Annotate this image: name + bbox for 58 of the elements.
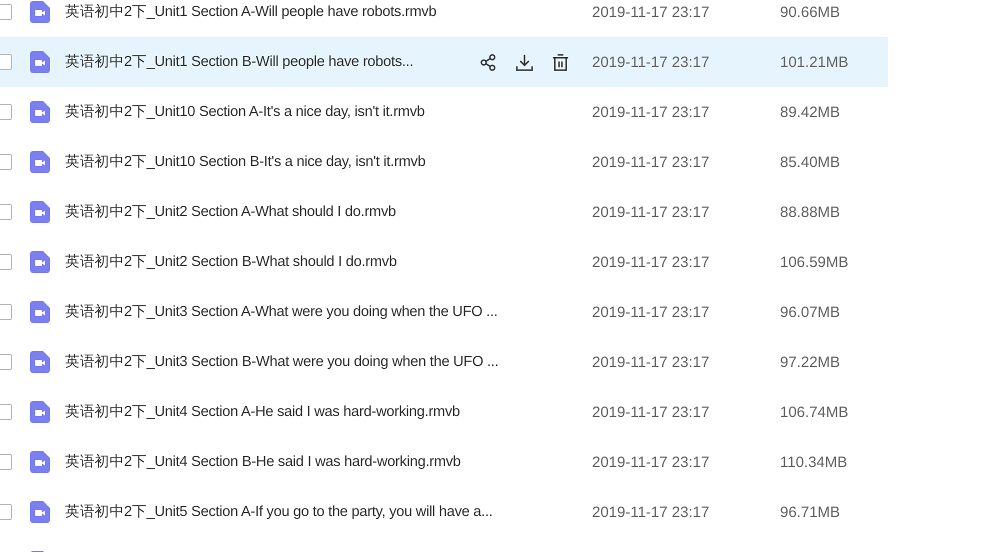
checkbox[interactable] bbox=[0, 104, 12, 120]
video-file-icon bbox=[30, 251, 50, 273]
file-name: 英语初中2下_Unit1 Section B-Will people have robots... bbox=[65, 52, 414, 72]
file-name: 英语初中2下_Unit4 Section A-He said I was hard-working.rmvb bbox=[65, 402, 460, 422]
file-size: 106.59MB bbox=[780, 254, 848, 270]
video-file-icon bbox=[30, 501, 50, 523]
download-icon[interactable] bbox=[515, 52, 534, 72]
file-date: 2019-11-17 23:17 bbox=[592, 104, 710, 120]
file-date: 2019-11-17 23:17 bbox=[592, 304, 710, 320]
file-size: 85.40MB bbox=[780, 154, 840, 170]
file-name: 英语初中2下_Unit4 Section B-He said I was hard-working.rmvb bbox=[65, 452, 461, 472]
video-file-icon bbox=[30, 401, 50, 423]
file-date: 2019-11-17 23:17 bbox=[592, 154, 710, 170]
file-size: 97.22MB bbox=[780, 354, 840, 370]
video-file-icon bbox=[30, 451, 50, 473]
file-size: 89.42MB bbox=[780, 104, 840, 120]
file-size: 88.88MB bbox=[780, 204, 840, 220]
checkbox[interactable] bbox=[0, 54, 12, 70]
checkbox[interactable] bbox=[0, 454, 12, 470]
checkbox[interactable] bbox=[0, 204, 12, 220]
file-date: 2019-11-17 23:17 bbox=[592, 4, 710, 20]
file-date: 2019-11-17 23:17 bbox=[592, 354, 710, 370]
file-name: 英语初中2下_Unit10 Section A-It's a nice day, isn't it.rmvb bbox=[65, 102, 425, 122]
share-icon[interactable] bbox=[479, 52, 498, 72]
file-name: 英语初中2下_Unit3 Section B-What were you doing when the UFO ... bbox=[65, 352, 498, 372]
file-size: 101.21MB bbox=[780, 54, 848, 70]
delete-icon[interactable] bbox=[551, 52, 570, 72]
file-name: 英语初中2下_Unit2 Section A-What should I do.rmvb bbox=[65, 202, 396, 222]
file-date: 2019-11-17 23:17 bbox=[592, 504, 710, 520]
file-date: 2019-11-17 23:17 bbox=[592, 454, 710, 470]
checkbox[interactable] bbox=[0, 354, 12, 370]
checkbox[interactable] bbox=[0, 254, 12, 270]
checkbox[interactable] bbox=[0, 4, 12, 20]
checkbox[interactable] bbox=[0, 404, 12, 420]
video-file-icon bbox=[30, 201, 50, 223]
file-date: 2019-11-17 23:17 bbox=[592, 204, 710, 220]
file-date: 2019-11-17 23:17 bbox=[592, 254, 710, 270]
video-file-icon bbox=[30, 51, 50, 73]
video-file-icon bbox=[30, 351, 50, 373]
file-size: 90.66MB bbox=[780, 4, 840, 20]
checkbox[interactable] bbox=[0, 304, 12, 320]
file-row[interactable]: 英语初中2下_Unit1 Section B-Will people have robots... 2019-11-17 23:17 101.21MB bbox=[0, 37, 888, 87]
checkbox[interactable] bbox=[0, 504, 12, 520]
file-size: 110.34MB bbox=[780, 454, 848, 470]
file-name: 英语初中2下_Unit2 Section B-What should I do.rmvb bbox=[65, 252, 397, 272]
checkbox[interactable] bbox=[0, 154, 12, 170]
file-name: 英语初中2下_Unit1 Section A-Will people have robots.rmvb bbox=[65, 2, 436, 22]
file-date: 2019-11-17 23:17 bbox=[592, 404, 710, 420]
video-file-icon bbox=[30, 101, 50, 123]
file-date: 2019-11-17 23:17 bbox=[592, 54, 710, 70]
file-name: 英语初中2下_Unit5 Section A-If you go to the party, you will have a... bbox=[65, 502, 493, 522]
file-size: 96.71MB bbox=[780, 504, 840, 520]
file-name: 英语初中2下_Unit3 Section A-What were you doing when the UFO ... bbox=[65, 302, 498, 322]
file-size: 96.07MB bbox=[780, 304, 840, 320]
file-name: 英语初中2下_Unit10 Section B-It's a nice day, isn't it.rmvb bbox=[65, 152, 426, 172]
video-file-icon bbox=[30, 301, 50, 323]
file-size: 106.74MB bbox=[780, 404, 848, 420]
video-file-icon bbox=[30, 151, 50, 173]
